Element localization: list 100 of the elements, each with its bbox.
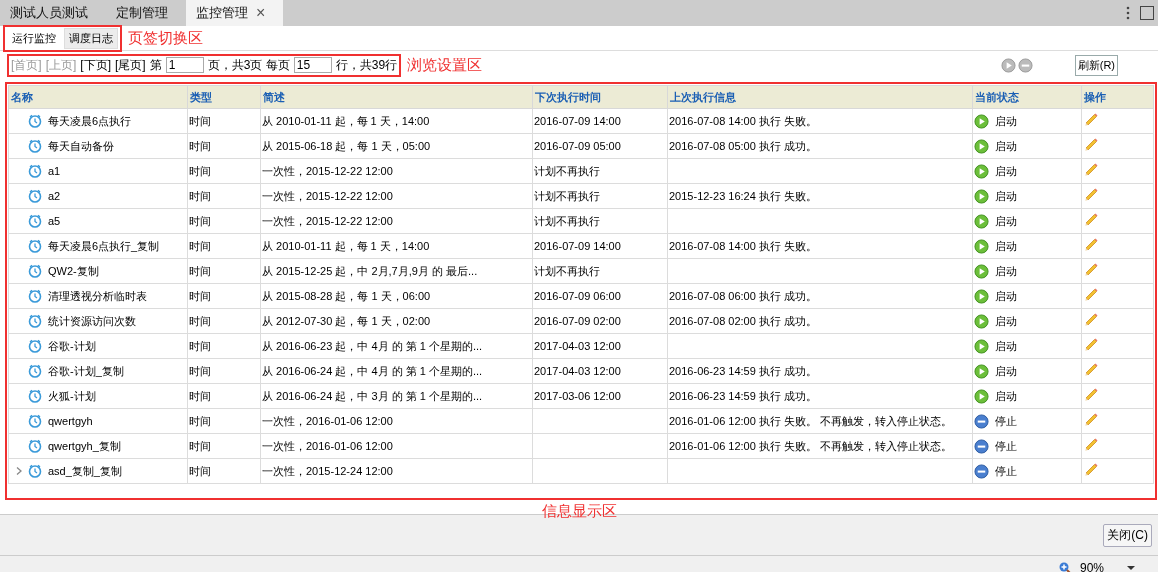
pager-text: 页，共3页 每页 bbox=[207, 56, 290, 74]
caret-icon[interactable] bbox=[1126, 564, 1136, 572]
tab[interactable]: 定制管理 bbox=[106, 0, 186, 26]
column-header[interactable]: 当前状态 bbox=[972, 85, 1082, 109]
clock-icon bbox=[28, 289, 42, 303]
pencil-icon[interactable] bbox=[1083, 337, 1099, 353]
status-label: 启动 bbox=[995, 313, 1017, 329]
status-label: 启动 bbox=[995, 363, 1017, 379]
pencil-icon[interactable] bbox=[1083, 312, 1099, 328]
table-cell: 一次性，2016-01-06 12:00 bbox=[262, 414, 393, 427]
pager-link[interactable]: [下页] bbox=[80, 56, 111, 74]
table-cell: 从 2015-06-18 起，每 1 天，05:00 bbox=[262, 139, 431, 152]
table-cell: 从 2016-06-24 起，中 4月 的 第 1 个星期的... bbox=[262, 364, 483, 377]
status-label: 启动 bbox=[995, 388, 1017, 404]
task-name: 每天凌晨6点执行 bbox=[48, 113, 132, 129]
column-header[interactable]: 名称 bbox=[8, 85, 188, 109]
play-icon[interactable] bbox=[1000, 57, 1016, 73]
clock-icon bbox=[28, 414, 42, 428]
clock-icon bbox=[28, 214, 42, 228]
table-cell: 时间 bbox=[189, 439, 211, 452]
pencil-icon[interactable] bbox=[1083, 137, 1099, 153]
table-cell: 2016-07-08 14:00 执行 失败。 bbox=[669, 239, 817, 252]
table-cell: 2015-12-23 16:24 执行 失败。 bbox=[669, 189, 817, 202]
pencil-icon[interactable] bbox=[1083, 287, 1099, 303]
chevron-icon[interactable] bbox=[14, 466, 24, 476]
clock-icon bbox=[28, 339, 42, 353]
task-name: 每天自动备份 bbox=[48, 138, 114, 154]
tab[interactable]: 监控管理 × bbox=[186, 0, 284, 26]
close-icon[interactable]: × bbox=[256, 4, 266, 22]
task-name: a5 bbox=[48, 215, 61, 227]
pager-text: 第 bbox=[149, 56, 162, 74]
clock-icon bbox=[28, 189, 42, 203]
table-cell: 计划不再执行 bbox=[534, 214, 600, 227]
table-cell: 2017-04-03 12:00 bbox=[534, 340, 621, 352]
table-cell: 一次性，2015-12-24 12:00 bbox=[262, 464, 393, 477]
zoom-icon[interactable] bbox=[1057, 561, 1072, 572]
close-button[interactable]: 关闭(C) bbox=[1103, 523, 1152, 547]
table-cell: 一次性，2016-01-06 12:00 bbox=[262, 439, 393, 452]
table-cell: 时间 bbox=[189, 264, 211, 277]
table-cell: 时间 bbox=[189, 239, 211, 252]
pencil-icon[interactable] bbox=[1083, 462, 1099, 478]
table-cell: 时间 bbox=[189, 464, 211, 477]
status-label: 启动 bbox=[995, 288, 1017, 304]
status-label: 启动 bbox=[995, 113, 1017, 129]
table-cell: 从 2016-06-24 起，中 3月 的 第 1 个星期的... bbox=[262, 389, 483, 402]
status-label: 停止 bbox=[995, 413, 1017, 429]
clock-icon bbox=[28, 314, 42, 328]
task-name: 每天凌晨6点执行_复制 bbox=[48, 238, 160, 254]
task-name: 清理透视分析临时表 bbox=[48, 288, 147, 304]
table-cell: 2016-07-09 05:00 bbox=[534, 140, 621, 152]
pencil-icon[interactable] bbox=[1083, 112, 1099, 128]
status-label: 启动 bbox=[995, 338, 1017, 354]
pencil-icon[interactable] bbox=[1083, 237, 1099, 253]
table-cell: 2016-07-09 06:00 bbox=[534, 290, 621, 302]
column-header[interactable]: 上次执行信息 bbox=[667, 85, 973, 109]
column-header[interactable]: 操作 bbox=[1081, 85, 1154, 109]
task-name: 统计资源访问次数 bbox=[48, 313, 136, 329]
task-name: qwertgyh_复制 bbox=[48, 438, 121, 454]
clock-icon bbox=[28, 439, 42, 453]
table-cell: 2016-06-23 14:59 执行 成功。 bbox=[669, 364, 817, 377]
table-cell: 时间 bbox=[189, 189, 211, 202]
pencil-icon[interactable] bbox=[1083, 362, 1099, 378]
pencil-icon[interactable] bbox=[1083, 187, 1099, 203]
table-cell: 时间 bbox=[189, 314, 211, 327]
zoom-level: 90% bbox=[1079, 561, 1104, 572]
status-label: 启动 bbox=[995, 138, 1017, 154]
clock-icon bbox=[28, 264, 42, 278]
table-cell: 时间 bbox=[189, 114, 211, 127]
stop-icon[interactable] bbox=[1017, 57, 1033, 73]
table-cell: 时间 bbox=[189, 389, 211, 402]
refresh-button[interactable]: 刷新(R) bbox=[1074, 54, 1118, 76]
pencil-icon[interactable] bbox=[1083, 387, 1099, 403]
more-icon[interactable] bbox=[1126, 6, 1130, 20]
sub-tab[interactable]: 调度日志 bbox=[64, 27, 118, 49]
table-cell: 2016-07-08 05:00 执行 成功。 bbox=[669, 139, 817, 152]
clock-icon bbox=[28, 364, 42, 378]
column-header[interactable]: 简述 bbox=[260, 85, 533, 109]
pencil-icon[interactable] bbox=[1083, 262, 1099, 278]
table-cell: 从 2012-07-30 起，每 1 天，02:00 bbox=[262, 314, 431, 327]
table-cell: 2016-07-09 14:00 bbox=[534, 115, 621, 127]
column-header[interactable]: 下次执行时间 bbox=[532, 85, 668, 109]
page-field[interactable]: 1 bbox=[165, 57, 204, 73]
pencil-icon[interactable] bbox=[1083, 212, 1099, 228]
task-name: a1 bbox=[48, 165, 61, 177]
pencil-icon[interactable] bbox=[1083, 437, 1099, 453]
pager-link[interactable]: [尾页] bbox=[115, 56, 146, 74]
maximize-icon[interactable] bbox=[1140, 6, 1154, 20]
table-cell: 从 2010-01-11 起，每 1 天，14:00 bbox=[262, 114, 430, 127]
table-cell: 2016-07-09 14:00 bbox=[534, 240, 621, 252]
tab[interactable]: 测试人员测试 bbox=[0, 0, 106, 26]
clock-icon bbox=[28, 389, 42, 403]
status-label: 停止 bbox=[995, 463, 1017, 479]
status-label: 启动 bbox=[995, 188, 1017, 204]
pencil-icon[interactable] bbox=[1083, 162, 1099, 178]
status-label: 停止 bbox=[995, 438, 1017, 454]
column-header[interactable]: 类型 bbox=[187, 85, 261, 109]
rows-per-page-field[interactable]: 15 bbox=[293, 57, 332, 73]
table-cell: 时间 bbox=[189, 139, 211, 152]
pencil-icon[interactable] bbox=[1083, 412, 1099, 428]
table-cell: 时间 bbox=[189, 164, 211, 177]
